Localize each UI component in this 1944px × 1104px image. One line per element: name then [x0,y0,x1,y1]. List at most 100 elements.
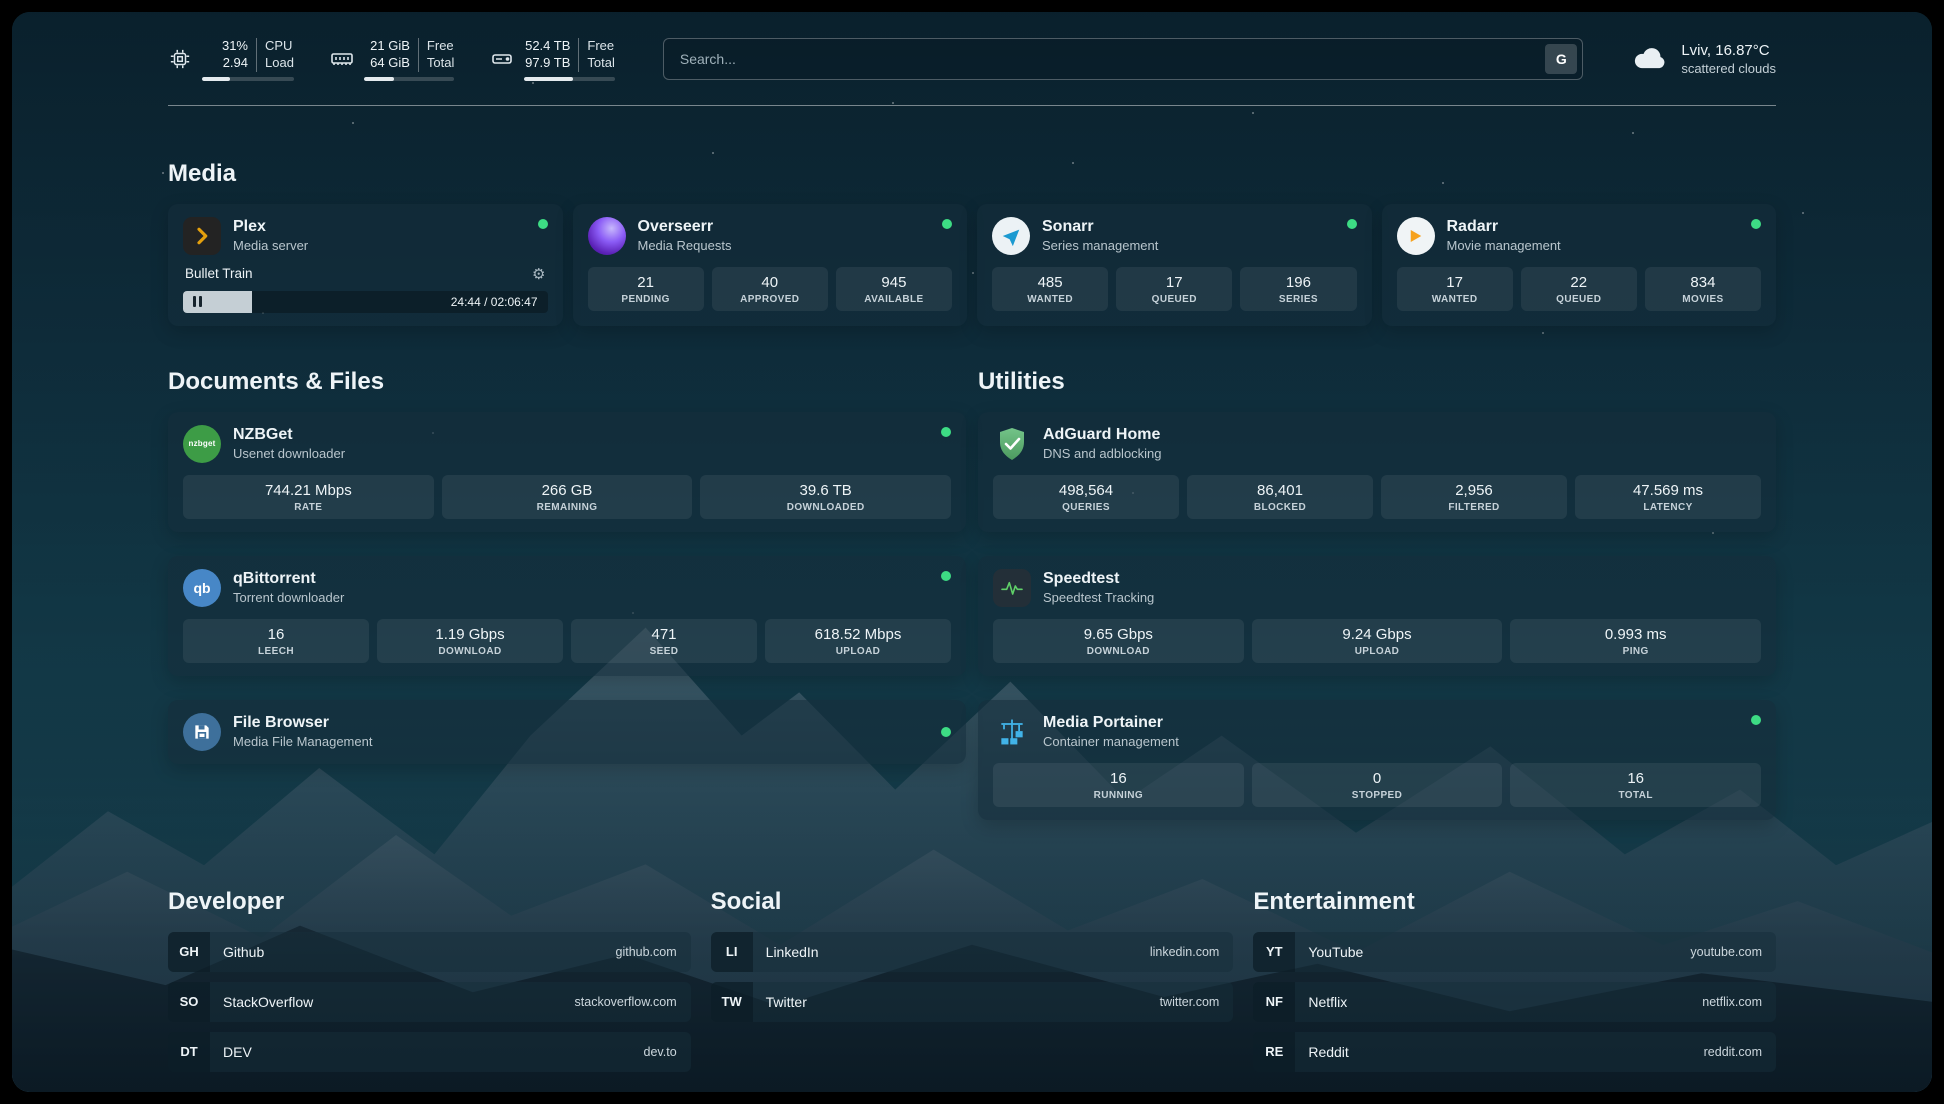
service-card-adguard[interactable]: AdGuard Home DNS and adblocking 498,564 … [978,412,1776,532]
nzbget-icon: nzbget [183,425,221,463]
ram-total-value: 64 GiB [364,55,410,72]
stat-blocked: 86,401 BLOCKED [1187,475,1373,519]
dev-abbr-icon: DT [168,1032,210,1072]
cloud-icon [1631,42,1669,77]
ram-icon [330,47,354,71]
stat-wanted: 485 WANTED [992,267,1108,311]
utilities-section-title: Utilities [978,368,1776,396]
github-abbr-icon: GH [168,932,210,972]
pause-icon[interactable] [193,296,202,307]
disk-total-label: Total [587,55,614,72]
stat-latency: 47.569 ms LATENCY [1575,475,1761,519]
cpu-metric: 31% 2.94 CPU Load [168,38,294,81]
media-section-title: Media [168,160,1776,188]
system-metrics: 31% 2.94 CPU Load [168,38,615,81]
service-card-radarr[interactable]: Radarr Movie management 17 WANTED 22 QUE… [1382,204,1777,326]
section-social: Social LI LinkedIn linkedin.com TW Twitt… [711,888,1234,1072]
stat-downloaded: 39.6 TB DOWNLOADED [700,475,951,519]
section-developer: Developer GH Github github.com SO StackO… [168,888,691,1072]
status-dot [1751,219,1761,229]
stat-series: 196 SERIES [1240,267,1356,311]
service-card-speedtest[interactable]: Speedtest Speedtest Tracking 9.65 Gbps D… [978,556,1776,676]
overseerr-icon [588,217,626,255]
section-utilities: Utilities [978,368,1776,820]
service-card-portainer[interactable]: Media Portainer Container management 16 … [978,700,1776,820]
bookmark-linkedin[interactable]: LI LinkedIn linkedin.com [711,932,1234,972]
service-subtitle: Media server [233,238,308,253]
stat-filtered: 2,956 FILTERED [1381,475,1567,519]
bookmark-dev[interactable]: DT DEV dev.to [168,1032,691,1072]
service-name: AdGuard Home [1043,426,1162,444]
topbar: 31% 2.94 CPU Load [168,12,1776,81]
service-card-sonarr[interactable]: Sonarr Series management 485 WANTED 17 Q… [977,204,1372,326]
weather-condition: scattered clouds [1681,61,1776,76]
ram-total-label: Total [427,55,454,72]
stat-queued: 22 QUEUED [1521,267,1637,311]
settings-gear-icon[interactable]: ⚙ [532,265,545,283]
stat-approved: 40 APPROVED [712,267,828,311]
ram-progress-bar [364,77,454,81]
disk-metric: 52.4 TB 97.9 TB Free Total [490,38,614,81]
cpu-icon [168,47,192,71]
sonarr-icon [992,217,1030,255]
stat-queued: 17 QUEUED [1116,267,1232,311]
service-name: Media Portainer [1043,714,1179,732]
service-name: Sonarr [1042,218,1158,236]
section-entertainment: Entertainment YT YouTube youtube.com NF … [1253,888,1776,1072]
service-card-qbittorrent[interactable]: qb qBittorrent Torrent downloader 16 LEE… [168,556,966,676]
disk-free-label: Free [587,38,614,55]
cpu-progress-bar [202,77,294,81]
stat-upload: 9.24 Gbps UPLOAD [1252,619,1503,663]
stat-queries: 498,564 QUERIES [993,475,1179,519]
stat-pending: 21 PENDING [588,267,704,311]
search-engine-button[interactable]: G [1545,44,1577,74]
service-card-overseerr[interactable]: Overseerr Media Requests 21 PENDING 40 A… [573,204,968,326]
stat-available: 945 AVAILABLE [836,267,952,311]
service-name: qBittorrent [233,570,344,588]
ram-free-value: 21 GiB [364,38,410,55]
cpu-value: 31% [202,38,248,55]
linkedin-abbr-icon: LI [711,932,753,972]
service-card-nzbget[interactable]: nzbget NZBGet Usenet downloader 744.21 M… [168,412,966,532]
plex-icon [183,217,221,255]
service-card-plex[interactable]: Plex Media server Bullet Train ⚙ 24:44 / [168,204,563,326]
bookmark-reddit[interactable]: RE Reddit reddit.com [1253,1032,1776,1072]
stat-stopped: 0 STOPPED [1252,763,1503,807]
status-dot [1751,715,1761,725]
documents-section-title: Documents & Files [168,368,966,396]
disk-progress-bar [524,77,614,81]
cpu-load-label: Load [265,55,294,72]
twitter-abbr-icon: TW [711,982,753,1022]
status-dot [941,571,951,581]
weather-location: Lviv, 16.87°C [1681,42,1776,59]
bookmark-twitter[interactable]: TW Twitter twitter.com [711,982,1234,1022]
stat-upload: 618.52 Mbps UPLOAD [765,619,951,663]
stat-seed: 471 SEED [571,619,757,663]
now-playing-title: Bullet Train [185,266,253,281]
service-subtitle: DNS and adblocking [1043,446,1162,461]
bookmark-github[interactable]: GH Github github.com [168,932,691,972]
bookmark-netflix[interactable]: NF Netflix netflix.com [1253,982,1776,1022]
bookmark-youtube[interactable]: YT YouTube youtube.com [1253,932,1776,972]
speedtest-icon [993,569,1031,607]
cpu-label: CPU [265,38,294,55]
service-subtitle: Series management [1042,238,1158,253]
search-input[interactable] [678,50,1545,68]
stat-rate: 744.21 Mbps RATE [183,475,434,519]
entertainment-section-title: Entertainment [1253,888,1776,916]
topbar-divider [168,105,1776,106]
service-name: Plex [233,218,308,236]
developer-section-title: Developer [168,888,691,916]
filebrowser-icon [183,713,221,751]
status-dot [941,727,951,737]
section-documents: Documents & Files nzbget NZBGet Usenet d… [168,368,966,820]
now-playing-widget: Bullet Train ⚙ 24:44 / 02:06:47 [183,263,548,313]
service-subtitle: Media Requests [638,238,732,253]
stat-ping: 0.993 ms PING [1510,619,1761,663]
stat-download: 9.65 Gbps DOWNLOAD [993,619,1244,663]
adguard-shield-icon [993,425,1031,463]
service-card-filebrowser[interactable]: File Browser Media File Management [168,700,966,764]
bookmark-stackoverflow[interactable]: SO StackOverflow stackoverflow.com [168,982,691,1022]
service-subtitle: Container management [1043,734,1179,749]
dashboard-screen: 31% 2.94 CPU Load [12,12,1932,1092]
